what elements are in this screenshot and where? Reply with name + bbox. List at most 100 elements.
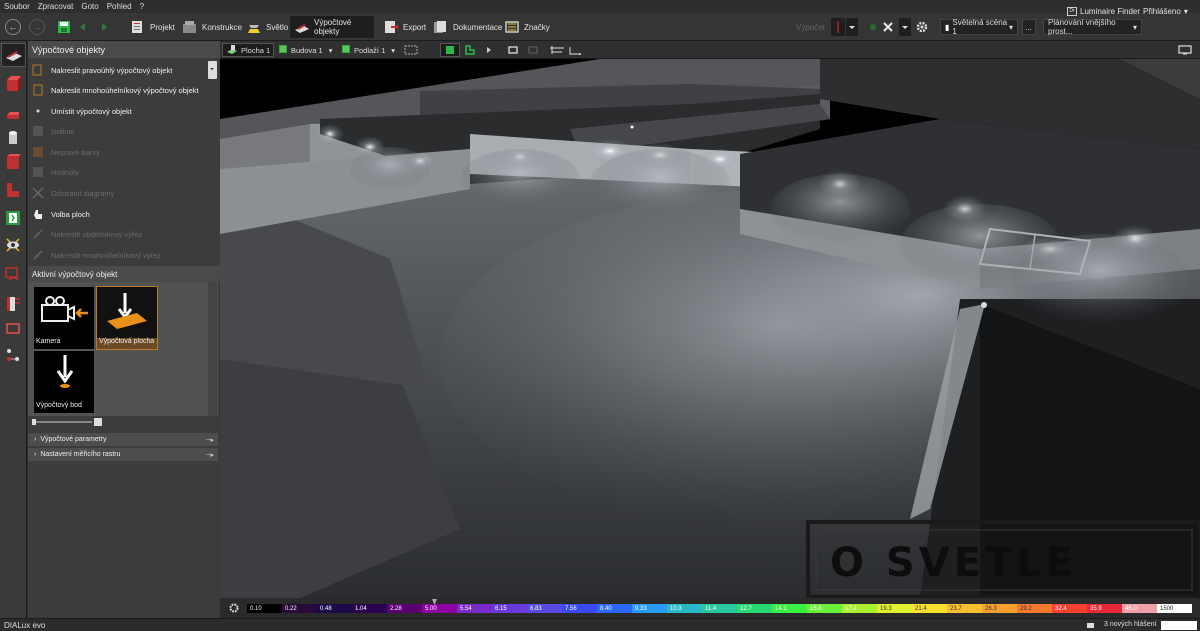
site-icon	[226, 44, 238, 56]
tool-rect-cutout[interactable]: Nakreslit obdélníkový výřez	[32, 224, 212, 244]
points-grid-icon[interactable]	[4, 346, 22, 364]
tab-znacky[interactable]: Značky	[500, 16, 554, 38]
tab-svetlo[interactable]: Světlo	[242, 16, 292, 38]
tab-dokumentace[interactable]: Dokumentace	[429, 16, 506, 38]
l-shape-icon[interactable]	[4, 181, 22, 199]
documentation-icon	[433, 20, 449, 34]
watermark-text: O SVETLE	[830, 540, 1078, 586]
tool-place-object[interactable]: Umístit výpočtový objekt	[32, 101, 212, 121]
calc-objects-panel: Výpočtové objekty Nakreslit pravoúhlý vý…	[28, 41, 220, 618]
isoline-icon[interactable]	[4, 266, 22, 284]
rectangle-icon[interactable]	[4, 320, 22, 338]
print-icon[interactable]	[1086, 621, 1095, 631]
legend-cell: 45.0	[1122, 604, 1157, 613]
fit-view-icon[interactable]	[503, 43, 523, 57]
tool-select-surfaces[interactable]: Volba ploch	[32, 204, 212, 224]
menu-goto[interactable]: Goto	[81, 2, 98, 11]
play-icon[interactable]	[482, 43, 496, 57]
red-box-icon[interactable]	[4, 153, 22, 171]
tab-projekt[interactable]: Projekt	[126, 16, 179, 38]
tool-false-colors[interactable]: Nepravé barvy	[32, 142, 212, 162]
cylinder-icon[interactable]	[4, 129, 22, 147]
legend-cell: 9.33	[632, 604, 667, 613]
scene-more-button[interactable]: ...	[1022, 19, 1036, 35]
scene-select[interactable]: ▮ Světelná scéna 1 ▾	[940, 18, 1018, 36]
gallery-view-icon[interactable]	[94, 418, 102, 426]
active-object-title: Aktivní výpočtový objekt	[28, 266, 220, 282]
calc-point-icon	[50, 353, 80, 398]
close-icon[interactable]	[881, 20, 895, 34]
menu-help[interactable]: ?	[140, 2, 144, 11]
chevron-down-icon: ▾	[391, 45, 396, 55]
solid-view-icon[interactable]	[440, 43, 460, 57]
gear-icon[interactable]	[915, 20, 929, 34]
messages-status[interactable]: 3 nových hlášení	[1104, 621, 1157, 628]
monitor-icon[interactable]	[1175, 43, 1195, 57]
object-camera[interactable]: Kamera	[33, 286, 95, 350]
legend-cell: 29.2	[1017, 604, 1052, 613]
close-dropdown-icon[interactable]	[899, 18, 911, 36]
object-label: Výpočtová plocha	[97, 338, 157, 349]
rectangle-draw-icon	[32, 64, 44, 76]
calc-cube-icon[interactable]	[4, 75, 22, 93]
layout-select-icon[interactable]	[401, 43, 421, 57]
tool-remove-diagrams[interactable]: Odstranit diagramy	[32, 183, 212, 203]
tool-values[interactable]: Hodnoty	[32, 162, 212, 182]
calc-button[interactable]: Výpočet	[792, 16, 829, 38]
isoline-tool-icon	[32, 125, 44, 137]
breadcrumb-plocha[interactable]: Plocha 1	[222, 43, 275, 57]
section-calc-parameters[interactable]: › Výpočtové parametry ┄▸	[28, 433, 218, 446]
legend-cell: 8.40	[597, 604, 632, 613]
tab-vypoctove-objekty[interactable]: Výpočtové objekty	[290, 16, 374, 38]
disabled-tool-icon[interactable]	[524, 43, 542, 57]
legend-cell: 2.28	[387, 604, 422, 613]
login-button[interactable]: Přihlášeno ▾	[1139, 0, 1192, 22]
menu-bar: Soubor Zpracovat Goto Pohled ?	[0, 0, 1200, 13]
legend-cell: 0.22	[282, 604, 317, 613]
object-calc-point[interactable]: Výpočtový bod	[33, 350, 95, 414]
forward-icon[interactable]: →	[29, 19, 45, 35]
luminaire-finder-button[interactable]: Dr Luminaire Finder	[1063, 0, 1144, 22]
calc-dropdown-icon[interactable]	[846, 18, 858, 36]
wire-view-icon[interactable]	[461, 43, 479, 57]
undo-icon[interactable]	[78, 22, 92, 36]
redo-icon[interactable]	[95, 22, 109, 36]
dialux-logo: DIALux evo	[4, 621, 46, 630]
menu-pohled[interactable]: Pohled	[107, 2, 132, 11]
gallery-scrollbar[interactable]	[208, 282, 217, 416]
main-toolbar: ← → Projekt Konstrukce Světlo Výpočtové …	[0, 6, 1200, 41]
pin-icon[interactable]: ┄▸	[206, 451, 214, 459]
observer-icon[interactable]	[4, 236, 22, 254]
scene-marker-icon: ▮	[945, 22, 950, 32]
emergency-exit-icon[interactable]	[4, 209, 22, 227]
panel-title: Výpočtové objekty	[28, 41, 220, 58]
back-icon[interactable]: ←	[5, 19, 21, 35]
marks-icon	[504, 20, 520, 34]
calc-run-icon[interactable]	[866, 20, 880, 34]
3d-viewport[interactable]	[220, 59, 1200, 598]
save-icon[interactable]	[57, 20, 71, 34]
construction-icon	[182, 20, 198, 34]
false-color-icon[interactable]	[4, 295, 22, 313]
section-grid-settings[interactable]: › Nastavení měřicího rastru ┄▸	[28, 448, 218, 461]
tab-konstrukce[interactable]: Konstrukce	[178, 16, 246, 38]
breadcrumb-podlazi[interactable]: Podlaží 1 ▾	[338, 43, 398, 57]
rect-cutout-icon	[32, 228, 44, 240]
legend-cell: 14.1	[772, 604, 807, 613]
tool-draw-rectangular[interactable]: Nakreslit pravoúhlý výpočtový objekt	[32, 60, 212, 80]
tool-draw-polygonal[interactable]: Nakreslit mnohoúhelníkový výpočtový obje…	[32, 80, 212, 100]
tool-poly-cutout[interactable]: Nakreslit mnohoúhelníkový výřez	[32, 245, 212, 265]
breadcrumb-budova[interactable]: Budova 1 ▾	[275, 43, 335, 57]
object-calc-surface[interactable]: Výpočtová plocha	[96, 286, 158, 350]
tab-export[interactable]: Export	[379, 16, 430, 38]
menu-zpracovat[interactable]: Zpracovat	[38, 2, 74, 11]
calc-surface-mode-icon[interactable]	[1, 43, 26, 67]
wall-calc-icon[interactable]	[4, 107, 22, 125]
gallery-zoom-slider[interactable]	[32, 418, 102, 426]
tool-isolines[interactable]: Izolinie	[32, 121, 212, 141]
pin-icon[interactable]: ┄▸	[206, 436, 214, 444]
dimension-icon[interactable]	[565, 43, 585, 57]
export-icon	[383, 20, 399, 34]
legend-settings-icon[interactable]	[228, 602, 240, 617]
menu-soubor[interactable]: Soubor	[4, 2, 30, 11]
